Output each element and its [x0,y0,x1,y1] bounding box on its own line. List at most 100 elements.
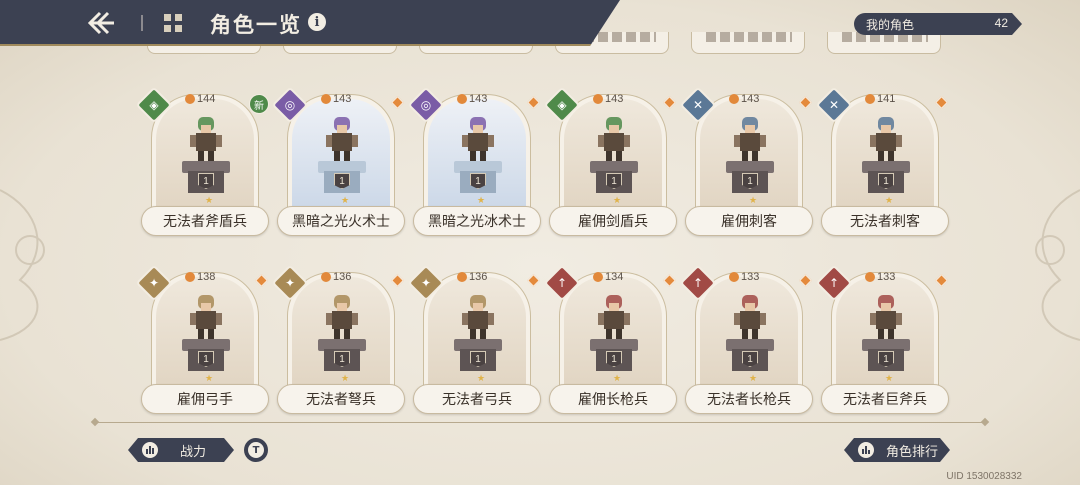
character-card[interactable]: 1 ★ ↑ 133 无法者长枪兵 [679,264,813,418]
spear-class-icon: ↑ [692,276,704,290]
star-icon: ★ [749,374,758,384]
power-indicator: 144 [185,92,215,106]
character-card[interactable]: 1 ★ ✦ 136 无法者弩兵 [271,264,405,418]
star-icon: ★ [341,374,350,384]
flame-icon [729,272,739,282]
character-card[interactable]: 1 ★ ◈ 143 雇佣剑盾兵 [543,86,677,240]
character-name: 无法者弩兵 [277,384,405,414]
pedestal: 1 [590,161,638,193]
ranking-button[interactable]: 角色排行 [844,438,950,462]
top-bar: 角色一览 i [0,0,620,46]
power-value: 136 [333,271,352,283]
character-card[interactable]: 1 ★ ✕ 141 无法者刺客 [815,86,949,240]
spear-class-icon: ↑ [556,276,568,290]
upgrade-dot-icon [935,274,948,287]
bar-chart-icon [142,442,158,458]
card-background: 1 ★ [428,277,526,399]
character-card[interactable]: 1 ★ ✦ 138 雇佣弓手 [135,264,269,418]
power-value: 138 [197,271,216,283]
shield-class-icon: ◈ [557,98,567,112]
character-name: 无法者巨斧兵 [821,384,949,414]
star-icon: ★ [477,196,486,206]
left-ornament [0,189,45,341]
star-icon: ★ [341,196,350,206]
power-indicator: 143 [729,92,759,106]
character-card[interactable]: 1 ★ ◈ 144 新 无法者斧盾兵 [135,86,269,240]
character-card[interactable]: 1 ★ ✦ 136 无法者弓兵 [407,264,541,418]
upgrade-dot-icon [663,96,676,109]
character-name: 雇佣弓手 [141,384,269,414]
power-value: 143 [741,93,760,105]
spiral-class-icon: ◎ [420,98,432,112]
info-icon[interactable]: i [308,13,326,31]
pedestal: 1 [182,339,230,371]
spear-class-icon: ↑ [828,276,840,290]
card-background: 1 ★ [428,99,526,221]
flame-icon [593,94,603,104]
pedestal: 1 [590,339,638,371]
menu-grid-icon[interactable] [163,13,183,33]
card-background: 1 ★ [564,99,662,221]
star-class-icon: ✦ [284,276,296,290]
character-card[interactable]: 1 ★ ◎ 143 黑暗之光火术士 [271,86,405,240]
back-arrow-icon[interactable] [86,10,116,36]
flame-icon [457,94,467,104]
footer-divider [95,422,985,423]
power-indicator: 136 [457,270,487,284]
clipped-card[interactable] [827,32,941,54]
character-name: 雇佣刺客 [685,206,813,236]
power-indicator: 134 [593,270,623,284]
pedestal: 1 [318,339,366,371]
flame-icon [457,272,467,282]
character-name: 雇佣剑盾兵 [549,206,677,236]
flame-icon [321,272,331,282]
upgrade-dot-icon [391,96,404,109]
upgrade-dot-icon [255,274,268,287]
crossed-blades-class-icon: ✕ [828,98,840,112]
character-name: 黑暗之光火术士 [277,206,405,236]
upgrade-dot-icon [663,274,676,287]
character-card[interactable]: 1 ★ ✕ 143 雇佣刺客 [679,86,813,240]
card-background: 1 ★ [836,277,934,399]
star-icon: ★ [885,196,894,206]
clipped-card[interactable] [691,32,805,54]
power-indicator: 143 [457,92,487,106]
crossed-blades-class-icon: ✕ [692,98,704,112]
power-indicator: 143 [593,92,623,106]
star-class-icon: ✦ [148,276,160,290]
power-indicator: 136 [321,270,351,284]
upgrade-dot-icon [799,96,812,109]
card-background: 1 ★ [292,99,390,221]
star-icon: ★ [205,196,214,206]
card-background: 1 ★ [836,99,934,221]
star-icon: ★ [613,196,622,206]
power-sort-button[interactable]: 战力 [128,438,234,462]
filter-button[interactable]: T [244,438,268,462]
flame-icon [321,94,331,104]
power-indicator: 138 [185,270,215,284]
character-card[interactable]: 1 ★ ↑ 134 雇佣长枪兵 [543,264,677,418]
character-card[interactable]: 1 ★ ◎ 143 黑暗之光冰术士 [407,86,541,240]
upgrade-dot-icon [391,274,404,287]
card-background: 1 ★ [564,277,662,399]
new-badge: 新 [249,94,269,114]
podium-icon [858,442,874,458]
power-value: 133 [877,271,896,283]
power-value: 133 [741,271,760,283]
character-name: 无法者刺客 [821,206,949,236]
flame-icon [593,272,603,282]
my-characters-count: 42 [994,16,1008,30]
flame-icon [185,272,195,282]
upgrade-dot-icon [799,274,812,287]
pedestal: 1 [318,161,366,193]
shield-class-icon: ◈ [149,98,159,112]
star-icon: ★ [613,374,622,384]
card-background: 1 ★ [156,99,254,221]
upgrade-dot-icon [935,96,948,109]
bar-divider [141,15,143,31]
power-value: 134 [605,271,624,283]
flame-icon [865,272,875,282]
character-card[interactable]: 1 ★ ↑ 133 无法者巨斧兵 [815,264,949,418]
character-name: 无法者弓兵 [413,384,541,414]
flame-icon [865,94,875,104]
